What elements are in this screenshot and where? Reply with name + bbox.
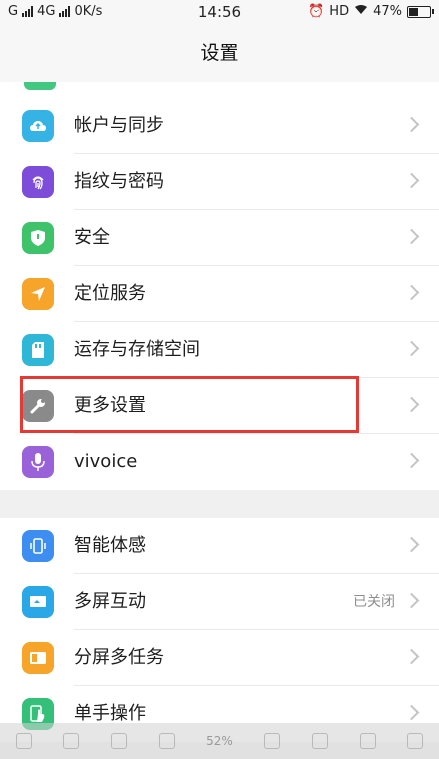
- toolbar-icon: [311, 733, 328, 749]
- sd-card-icon: [22, 334, 54, 366]
- phone-gesture-icon: [22, 530, 54, 562]
- settings-item[interactable]: 智能体感: [0, 518, 439, 574]
- toolbar-icon: [264, 733, 281, 749]
- bottom-toolbar-overlay: 52%: [0, 723, 439, 759]
- split-screen-icon: [22, 642, 54, 674]
- battery-percent: 47%: [373, 4, 402, 19]
- settings-item-label: 帐户与同步: [74, 115, 164, 136]
- screen-cast-icon: [22, 586, 54, 618]
- settings-group-1: 帐户与同步指纹与密码安全定位服务运存与存储空间 更多设置 vivoice: [0, 98, 439, 490]
- chevron-right-icon: [403, 396, 420, 413]
- settings-item[interactable]: 分屏多任务: [0, 630, 439, 686]
- chevron-right-icon: [403, 172, 420, 189]
- partial-icon: [24, 82, 56, 90]
- toolbar-icon: [63, 733, 80, 749]
- toolbar-icon: [110, 733, 127, 749]
- chevron-right-icon: [403, 340, 420, 357]
- settings-item[interactable]: 更多设置: [0, 378, 439, 434]
- microphone-icon: [22, 446, 54, 478]
- toolbar-icon: [407, 733, 424, 749]
- chevron-right-icon: [403, 452, 420, 469]
- chevron-right-icon: [403, 284, 420, 301]
- settings-item-value: 已关闭: [353, 594, 395, 610]
- chevron-right-icon: [403, 116, 420, 133]
- settings-item-label: 更多设置: [74, 395, 146, 416]
- status-right: ⏰ HD 47%: [308, 4, 434, 19]
- chevron-right-icon: [403, 592, 420, 609]
- settings-item[interactable]: 帐户与同步: [0, 98, 439, 154]
- settings-item-label: 指纹与密码: [74, 171, 164, 192]
- settings-item-label: 安全: [74, 227, 110, 248]
- settings-item[interactable]: 运存与存储空间: [0, 322, 439, 378]
- wifi-icon: [354, 4, 368, 19]
- zoom-level: 52%: [206, 734, 233, 748]
- settings-list[interactable]: 帐户与同步指纹与密码安全定位服务运存与存储空间 更多设置 vivoice 智能体感多…: [0, 82, 439, 759]
- hd-label: HD: [329, 4, 350, 19]
- cloud-icon: [22, 110, 54, 142]
- settings-item[interactable]: 指纹与密码: [0, 154, 439, 210]
- settings-item-label: vivoice: [74, 451, 138, 472]
- toolbar-icon: [359, 733, 376, 749]
- toolbar-icon: [15, 733, 32, 749]
- chevron-right-icon: [403, 704, 420, 721]
- wrench-icon: [22, 390, 54, 422]
- page-title: 设置: [0, 26, 439, 82]
- chevron-right-icon: [403, 648, 420, 665]
- fingerprint-icon: [22, 166, 54, 198]
- settings-item[interactable]: 安全: [0, 210, 439, 266]
- toolbar-icon: [158, 733, 175, 749]
- settings-item-label: 分屏多任务: [74, 647, 164, 668]
- group-separator: [0, 490, 439, 518]
- alarm-icon: ⏰: [308, 4, 325, 19]
- settings-item[interactable]: vivoice: [0, 434, 439, 490]
- chevron-right-icon: [403, 536, 420, 553]
- location-arrow-icon: [22, 278, 54, 310]
- settings-group-2: 智能体感 多屏互动 已关闭 分屏多任务 单手操作: [0, 518, 439, 742]
- settings-item[interactable]: 多屏互动 已关闭: [0, 574, 439, 630]
- settings-item-label: 多屏互动: [74, 591, 146, 612]
- partial-list-item[interactable]: [0, 82, 439, 98]
- settings-item-label: 运存与存储空间: [74, 339, 200, 360]
- settings-item-label: 智能体感: [74, 535, 146, 556]
- status-bar: G 4G 0K/s 14:56 ⏰ HD 47%: [0, 0, 439, 26]
- battery-icon: [407, 5, 434, 18]
- settings-item-label: 定位服务: [74, 283, 146, 304]
- settings-item[interactable]: 定位服务: [0, 266, 439, 322]
- shield-icon: [22, 222, 54, 254]
- chevron-right-icon: [403, 228, 420, 245]
